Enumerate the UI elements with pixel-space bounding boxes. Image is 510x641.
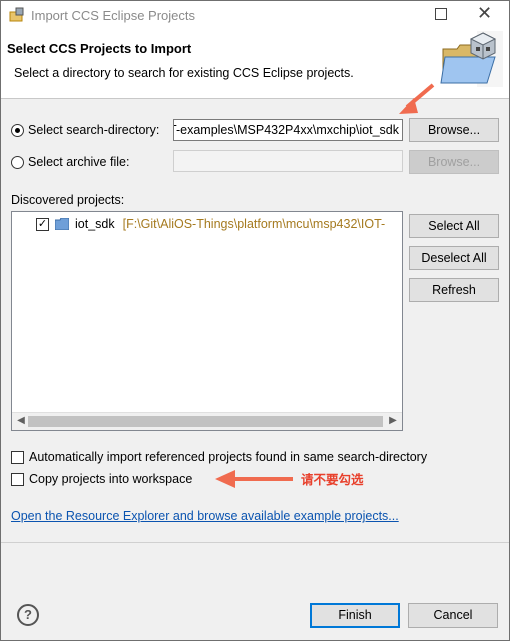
search-directory-field[interactable]: F:\Git\AliOS-Things\platform\mcu\msp432\… bbox=[173, 119, 403, 141]
footer-divider bbox=[1, 542, 509, 543]
tree-item[interactable]: ✓ iot_sdk [F:\Git\AliOS-Things\platform\… bbox=[36, 217, 385, 231]
radio-indicator[interactable] bbox=[11, 123, 24, 137]
deselect-all-button[interactable]: Deselect All bbox=[409, 246, 499, 270]
project-path: [F:\Git\AliOS-Things\platform\mcu\msp432… bbox=[122, 217, 386, 231]
copy-projects-option[interactable]: Copy projects into workspace bbox=[11, 472, 192, 486]
import-wizard-icon bbox=[440, 31, 503, 87]
import-dialog: Import CCS Eclipse Projects ✕ Select CCS… bbox=[0, 0, 510, 641]
arrow-to-copy-checkbox-icon bbox=[215, 470, 293, 488]
auto-import-checkbox[interactable] bbox=[11, 450, 24, 464]
radio-indicator[interactable] bbox=[11, 155, 24, 169]
scroll-left-icon[interactable]: ◀ bbox=[14, 414, 28, 428]
discovered-projects-label: Discovered projects: bbox=[11, 193, 125, 207]
wizard-header: Select CCS Projects to Import Select a d… bbox=[1, 31, 509, 99]
maximize-icon[interactable] bbox=[435, 8, 447, 20]
page-title: Select CCS Projects to Import bbox=[7, 41, 192, 56]
scroll-thumb[interactable] bbox=[28, 416, 383, 427]
page-description: Select a directory to search for existin… bbox=[14, 66, 354, 80]
help-icon[interactable]: ? bbox=[17, 604, 39, 626]
search-directory-value: F:\Git\AliOS-Things\platform\mcu\msp432\… bbox=[173, 123, 399, 137]
resource-explorer-link[interactable]: Open the Resource Explorer and browse av… bbox=[11, 509, 399, 523]
import-icon bbox=[9, 7, 24, 22]
auto-import-option[interactable]: Automatically import referenced projects… bbox=[11, 450, 427, 464]
copy-projects-label: Copy projects into workspace bbox=[29, 472, 193, 486]
auto-import-label: Automatically import referenced projects… bbox=[29, 450, 428, 464]
cancel-button[interactable]: Cancel bbox=[408, 603, 498, 628]
search-directory-radio[interactable]: Select search-directory: bbox=[11, 123, 159, 137]
project-folder-icon bbox=[55, 218, 69, 230]
archive-file-field bbox=[173, 150, 403, 172]
horizontal-scrollbar[interactable]: ◀ ▶ bbox=[12, 412, 402, 430]
window-title: Import CCS Eclipse Projects bbox=[31, 8, 195, 23]
archive-browse-button: Browse... bbox=[409, 150, 499, 174]
browse-button[interactable]: Browse... bbox=[409, 118, 499, 142]
search-directory-label: Select search-directory: bbox=[28, 123, 160, 137]
annotation-note: 请不要勾选 bbox=[301, 473, 364, 487]
copy-projects-checkbox[interactable] bbox=[11, 472, 24, 486]
finish-button[interactable]: Finish bbox=[310, 603, 400, 628]
project-name: iot_sdk bbox=[75, 217, 115, 231]
project-checkbox[interactable]: ✓ bbox=[36, 217, 49, 231]
archive-file-radio[interactable]: Select archive file: bbox=[11, 155, 129, 169]
title-bar: Import CCS Eclipse Projects ✕ bbox=[1, 1, 509, 31]
project-tree[interactable]: ✓ iot_sdk [F:\Git\AliOS-Things\platform\… bbox=[11, 211, 403, 431]
scroll-right-icon[interactable]: ▶ bbox=[386, 414, 400, 428]
select-all-button[interactable]: Select All bbox=[409, 214, 499, 238]
archive-file-label: Select archive file: bbox=[28, 155, 130, 169]
refresh-button[interactable]: Refresh bbox=[409, 278, 499, 302]
close-icon[interactable]: ✕ bbox=[477, 4, 492, 22]
